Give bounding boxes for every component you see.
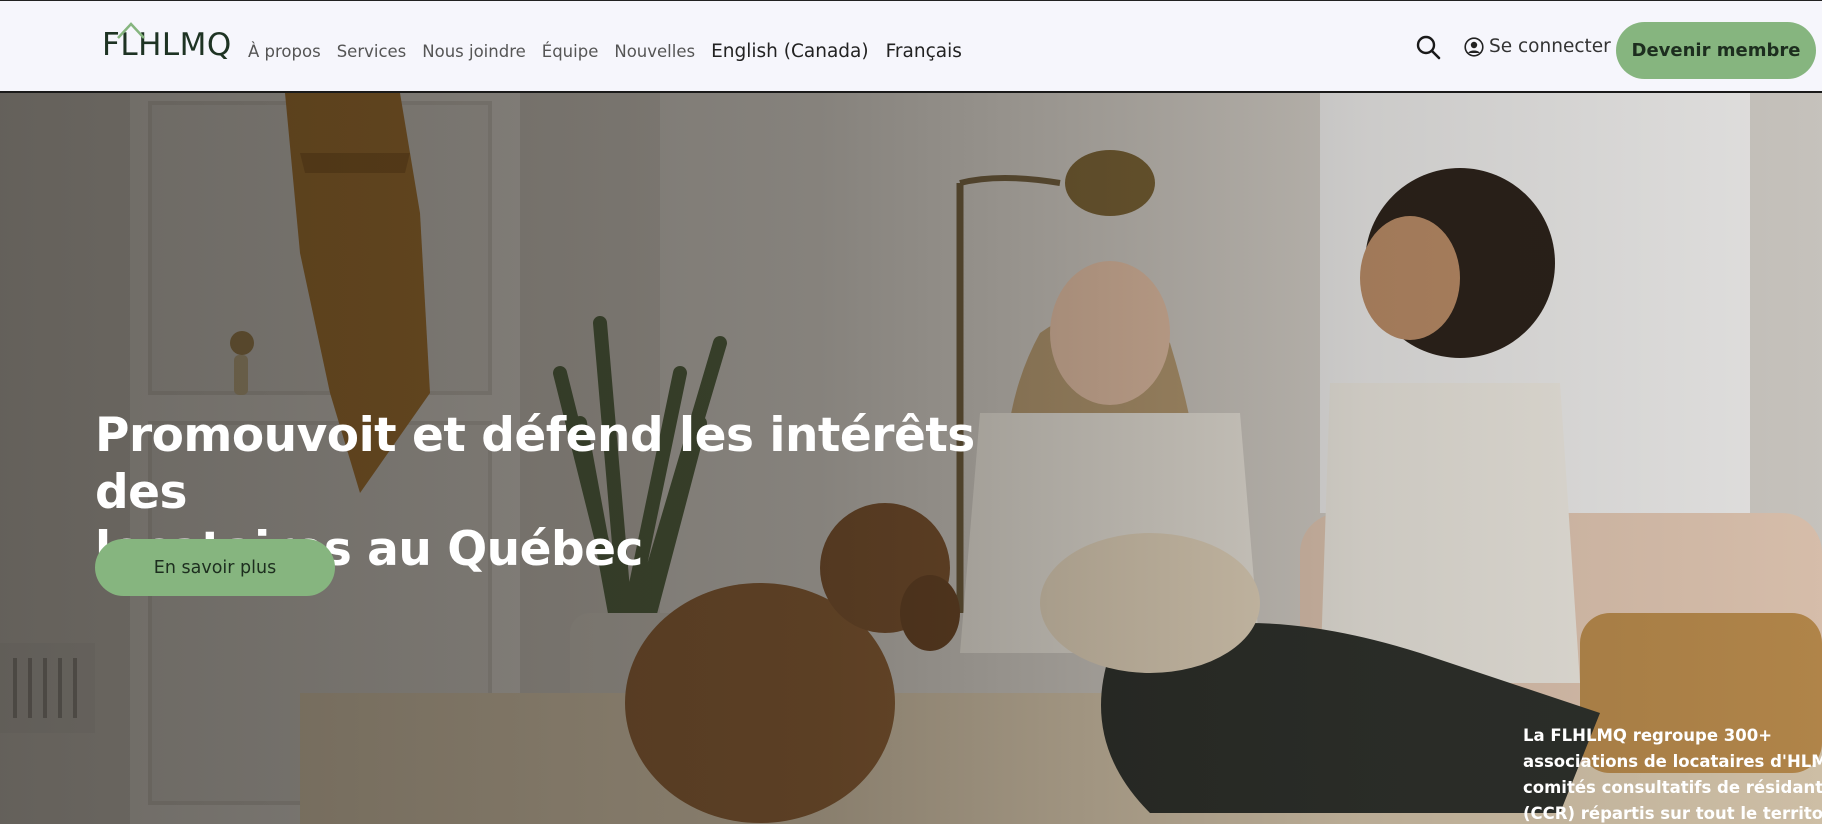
hero-title-line-1: Promouvoit et défend les intérêts des (95, 408, 975, 520)
search-button[interactable] (1415, 34, 1441, 60)
main-nav: À propos Services Nous joindre Équipe No… (248, 41, 979, 62)
login-label: Se connecter (1489, 36, 1611, 57)
nav-item-equipe[interactable]: Équipe (542, 42, 599, 61)
nav-item-a-propos[interactable]: À propos (248, 42, 321, 61)
house-roof-icon (117, 22, 145, 39)
lang-english-link[interactable]: English (Canada) (711, 41, 869, 62)
nav-item-nous-joindre[interactable]: Nous joindre (422, 42, 526, 61)
hero-description-line: comités consultatifs de résidant(e)s (1523, 778, 1822, 797)
site-header: FLHLMQ À propos Services Nous joindre Éq… (0, 0, 1822, 93)
search-icon (1416, 35, 1441, 60)
hero-description-line: (CCR) répartis sur tout le territoire (1523, 804, 1822, 823)
hero-description: La FLHLMQ regroupe 300+ associations de … (1523, 723, 1822, 824)
site-logo[interactable]: FLHLMQ (102, 22, 232, 75)
hero-description-line: La FLHLMQ regroupe 300+ (1523, 726, 1773, 745)
nav-item-services[interactable]: Services (337, 42, 407, 61)
login-link[interactable]: Se connecter (1464, 36, 1611, 57)
hero-section: Promouvoit et défend les intérêts des lo… (0, 93, 1822, 824)
lang-french-link[interactable]: Français (886, 41, 962, 62)
user-circle-icon (1464, 36, 1484, 57)
become-member-button[interactable]: Devenir membre (1616, 22, 1816, 79)
nav-item-nouvelles[interactable]: Nouvelles (614, 42, 695, 61)
hero-description-line: associations de locataires d'HLM et (1523, 752, 1822, 771)
learn-more-button[interactable]: En savoir plus (95, 539, 335, 596)
